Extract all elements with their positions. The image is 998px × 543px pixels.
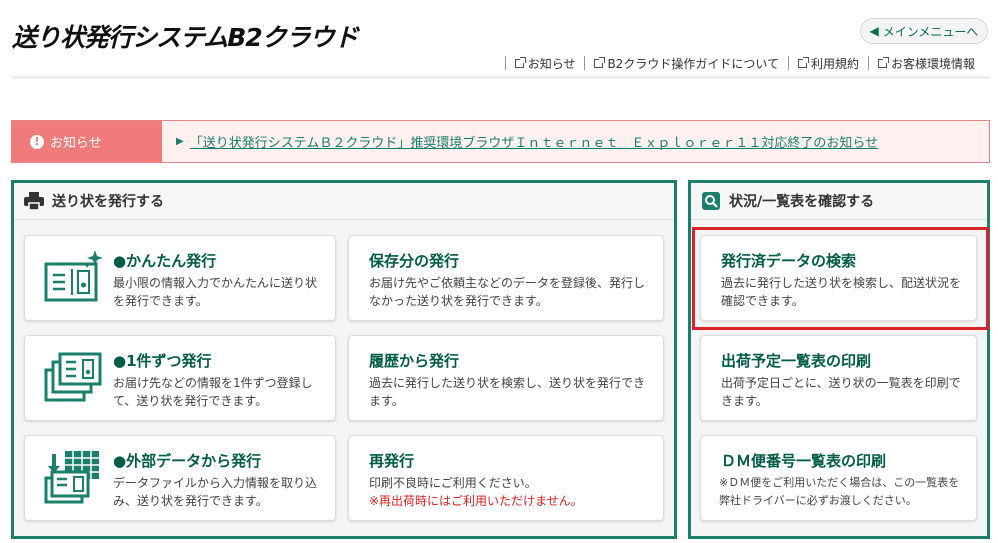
- notice-label: ! お知らせ: [12, 121, 162, 162]
- dm-number-print-card[interactable]: ＤＭ便番号一覧表の印刷 ※ＤＭ便をご利用いただく場合は、この一覧表を弊社ドライバ…: [700, 435, 977, 521]
- printer-icon: [24, 191, 44, 211]
- main-menu-button[interactable]: ◀ メインメニューへ: [860, 18, 988, 44]
- status-panel-header: 状況/一覧表を確認する: [691, 183, 987, 220]
- saved-issue-card[interactable]: 保存分の発行 お届け先やご依頼主などのデータを登録後、発行しなかった送り状を発行…: [348, 235, 664, 321]
- card-desc: ※ＤＭ便をご利用いただく場合は、この一覧表を弊社ドライバーに必ずお渡しください。: [719, 476, 960, 507]
- external-link-icon: [594, 56, 606, 68]
- notice-label-text: お知らせ: [50, 136, 102, 151]
- external-link-icon: [797, 56, 809, 68]
- external-data-issue-card[interactable]: ●外部データから発行 データファイルから入力情報を取り込み、送り状を発行できます…: [24, 435, 336, 521]
- card-title: ＤＭ便番号一覧表の印刷: [721, 452, 887, 470]
- card-desc: 過去に発行した送り状を検索し、配送状況を確認できます。: [721, 276, 962, 308]
- link-env-info-label: お客様環境情報: [890, 56, 975, 71]
- warning-text: ※再出荷時にはご利用いただけません。: [369, 494, 583, 508]
- easy-issue-card[interactable]: ●かんたん発行 最小限の情報入力でかんたんに送り状を発行できます。: [24, 235, 336, 321]
- issue-panel-title: 送り状を発行する: [52, 194, 164, 210]
- alert-icon: !: [30, 134, 44, 149]
- reissue-card[interactable]: 再発行 印刷不良時にご利用ください。 ※再出荷時にはご利用いただけません。: [348, 435, 664, 521]
- card-desc-main: 印刷不良時にご利用ください。: [369, 476, 537, 490]
- stacked-labels-icon: [43, 348, 105, 406]
- card-desc: お届け先などの情報を1件ずつ登録して、送り状を発行できます。: [113, 376, 313, 408]
- status-panel-title: 状況/一覧表を確認する: [729, 194, 875, 210]
- card-title: 履歴から発行: [369, 352, 460, 370]
- card-desc: 印刷不良時にご利用ください。 ※再出荷時にはご利用いただけません。: [369, 474, 654, 510]
- arrow-left-icon: ◀: [869, 24, 879, 38]
- issue-panel-header: 送り状を発行する: [14, 183, 674, 220]
- triangle-right-icon: ▶: [176, 136, 184, 147]
- single-issue-card[interactable]: ●1件ずつ発行 お届け先などの情報を1件ずつ登録して、送り状を発行できます。: [24, 335, 336, 421]
- link-terms[interactable]: 利用規約: [787, 56, 868, 71]
- card-title: 出荷予定一覧表の印刷: [721, 352, 872, 370]
- header-links: お知らせ B2クラウド操作ガイドについて 利用規約 お客様環境情報: [504, 56, 984, 71]
- card-desc: お届け先やご依頼主などのデータを登録後、発行しなかった送り状を発行できます。: [369, 276, 646, 308]
- shipping-schedule-print-card[interactable]: 出荷予定一覧表の印刷 出荷予定日ごとに、送り状の一覧表を印刷できます。: [700, 335, 977, 421]
- external-link-icon: [877, 56, 889, 68]
- external-link-icon: [514, 56, 526, 68]
- link-terms-label: 利用規約: [810, 56, 859, 71]
- link-guide-label: B2クラウド操作ガイドについて: [607, 56, 779, 71]
- card-desc: データファイルから入力情報を取り込み、送り状を発行できます。: [113, 476, 318, 508]
- link-news[interactable]: お知らせ: [504, 56, 585, 71]
- sparkle-label-icon: [43, 248, 105, 306]
- link-news-label: お知らせ: [527, 56, 576, 71]
- link-env-info[interactable]: お客様環境情報: [867, 56, 984, 71]
- card-desc: 出荷予定日ごとに、送り状の一覧表を印刷できます。: [721, 376, 961, 408]
- card-title: 保存分の発行: [369, 252, 460, 270]
- notice-bar: ! お知らせ ▶ 「送り状発行システムＢ２クラウド」推奨環境ブラウザＩｎｔｅｒｎ…: [11, 120, 990, 163]
- history-issue-card[interactable]: 履歴から発行 過去に発行した送り状を検索し、送り状を発行できます。: [348, 335, 664, 421]
- card-title: 再発行: [369, 452, 415, 470]
- card-title: ●外部データから発行: [113, 452, 262, 470]
- notice-link[interactable]: 「送り状発行システムＢ２クラウド」推奨環境ブラウザＩｎｔｅｒｎｅｔ Ｅｘｐｌｏｒ…: [190, 132, 878, 151]
- search-icon: [701, 191, 721, 211]
- app-logo: 送り状発行システムB2クラウド: [12, 23, 359, 52]
- card-title: 発行済データの検索: [721, 252, 857, 270]
- link-guide[interactable]: B2クラウド操作ガイドについて: [584, 56, 788, 71]
- import-spreadsheet-icon: [43, 448, 105, 506]
- notice-body: ▶ 「送り状発行システムＢ２クラウド」推奨環境ブラウザＩｎｔｅｒｎｅｔ Ｅｘｐｌ…: [162, 121, 989, 162]
- card-desc: 最小限の情報入力でかんたんに送り状を発行できます。: [113, 276, 318, 308]
- header-divider: [12, 76, 990, 79]
- search-issued-data-card[interactable]: 発行済データの検索 過去に発行した送り状を検索し、配送状況を確認できます。: [700, 235, 977, 321]
- card-title: ●かんたん発行: [113, 252, 217, 270]
- card-title: ●1件ずつ発行: [113, 352, 212, 370]
- main-menu-label: メインメニューへ: [882, 24, 979, 39]
- card-desc: 過去に発行した送り状を検索し、送り状を発行できます。: [369, 376, 646, 408]
